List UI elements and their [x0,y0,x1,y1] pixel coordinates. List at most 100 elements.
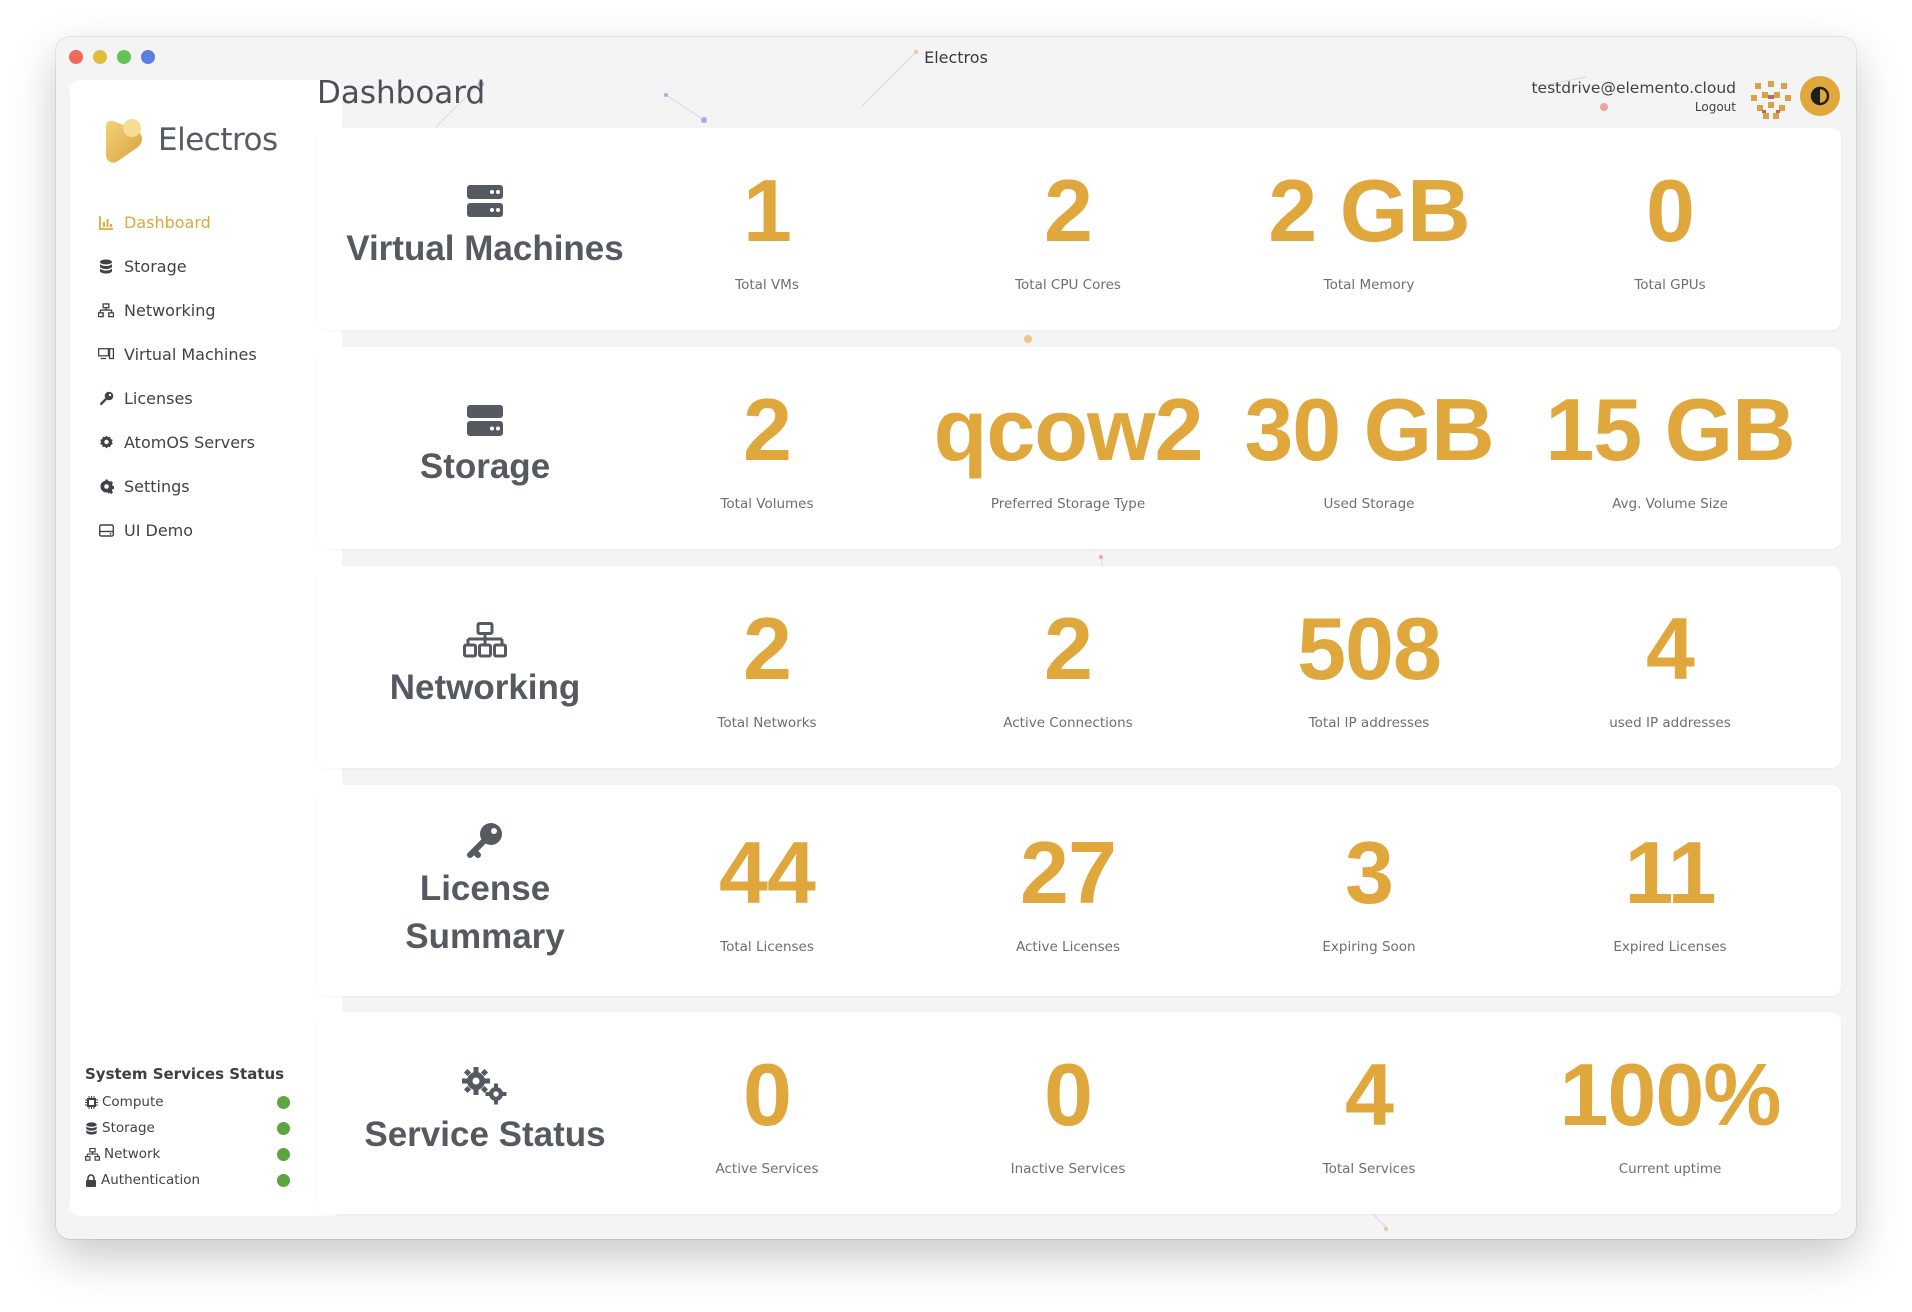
card-header: Service Status [317,1012,653,1214]
stat-label: used IP addresses [1609,715,1731,731]
sidebar-item-settings[interactable]: Settings [98,464,318,508]
avatar[interactable] [1749,77,1793,121]
window-title: Electros [924,47,988,67]
system-status-title: System Services Status [85,1065,285,1083]
stat-expired-licenses: 11 Expired Licenses [1520,785,1820,996]
title-bar: Electros [56,37,1856,77]
brand[interactable]: Electros [102,116,278,164]
card-title-line-2: Summary [405,916,565,956]
sidebar-item-dashboard[interactable]: Dashboard [98,200,318,244]
sidebar-item-atomos-servers[interactable]: AtomOS Servers [98,420,318,464]
lock-icon [86,1173,96,1187]
stat-label: Total Licenses [720,938,814,955]
network-icon [98,302,114,318]
stat-value: 44 [719,822,816,922]
maximize-window-button[interactable] [117,50,131,64]
status-label: Storage [102,1120,155,1136]
theme-toggle-button[interactable] [1800,76,1840,116]
stat-value: 2 [743,599,792,698]
stat-total-ip-addresses: 508 Total IP addresses [1219,566,1519,768]
extra-window-button[interactable] [141,50,155,64]
stat-total-networks: 2 Total Networks [617,566,917,768]
stat-value: 1 [743,161,792,260]
stat-value: 30 GB [1244,380,1494,479]
stat-value: 4 [1646,599,1695,698]
database-icon [86,1121,97,1135]
stat-label: Active Services [715,1161,819,1177]
close-window-button[interactable] [69,50,83,64]
system-services-status: System Services Status Compute Storage N… [85,1065,290,1193]
stat-total-gpus: 0 Total GPUs [1520,128,1820,330]
minimize-window-button[interactable] [93,50,107,64]
network-icon [85,1147,100,1161]
service-status-card: Service Status 0 Active Services 0 Inact… [317,1012,1841,1214]
chart-icon [98,214,114,230]
stat-value: 508 [1297,599,1442,698]
storage-summary-card: Storage 2 Total Volumes qcow2 Preferred … [317,347,1841,549]
stat-value: 27 [1020,822,1117,922]
status-label: Authentication [101,1172,201,1188]
stat-preferred-storage-type: qcow2 Preferred Storage Type [918,347,1218,549]
stat-total-services: 4 Total Services [1219,1012,1519,1214]
status-row-authentication: Authentication [85,1167,290,1193]
sidebar-item-virtual-machines[interactable]: Virtual Machines [98,332,318,376]
key-icon [467,822,502,858]
cogs-icon [462,1067,507,1105]
stat-label: Total IP addresses [1308,715,1430,731]
stat-total-vms: 1 Total VMs [617,128,917,330]
app-window: Electros Electros Dashboard Storage Netw… [56,37,1856,1239]
card-header: License Summary [317,785,653,996]
stat-label: Inactive Services [1010,1161,1126,1177]
stat-total-memory: 2 GB Total Memory [1219,128,1519,330]
brand-name: Electros [158,122,278,158]
card-header: Networking [317,566,653,768]
stat-label: Preferred Storage Type [990,496,1146,512]
stat-value: 2 [1044,599,1093,698]
status-label: Compute [102,1094,164,1110]
stat-label: Active Licenses [1016,938,1120,955]
card-title-line-1: License [419,868,551,908]
sidebar-item-label: UI Demo [124,520,194,540]
stat-label: Total Networks [717,715,817,731]
electros-logo-icon [106,119,142,163]
drive-icon [98,522,114,538]
stat-value: 0 [1044,1045,1093,1144]
gear-icon [98,478,114,494]
stat-label: Expired Licenses [1613,938,1727,955]
stat-active-services: 0 Active Services [617,1012,917,1214]
card-title: Networking [389,668,581,707]
status-ok-indicator [277,1121,290,1135]
sidebar-item-licenses[interactable]: Licenses [98,376,318,420]
vm-summary-card: Virtual Machines 1 Total VMs 2 Total CPU… [317,128,1841,330]
stat-label: Total Volumes [720,496,814,512]
logout-link[interactable]: Logout [1531,100,1736,114]
card-header: Virtual Machines [317,128,653,330]
stat-label: Current uptime [1618,1161,1722,1177]
network-icon [463,622,507,658]
sidebar-item-storage[interactable]: Storage [98,244,318,288]
sidebar: Electros Dashboard Storage Networking Vi… [70,80,342,1216]
sidebar-item-label: Storage [124,256,187,276]
stat-avg-volume-size: 15 GB Avg. Volume Size [1520,347,1820,549]
status-row-network: Network [85,1141,290,1167]
status-ok-indicator [277,1147,290,1161]
server-icon [467,185,503,217]
drive-icon [467,405,503,436]
stat-value: 0 [1646,161,1695,260]
page-title: Dashboard [317,75,486,111]
stat-value: 11 [1624,822,1716,922]
stat-used-storage: 30 GB Used Storage [1219,347,1519,549]
sidebar-item-ui-demo[interactable]: UI Demo [98,508,318,552]
stat-label: Used Storage [1323,496,1415,512]
status-row-compute: Compute [85,1089,290,1115]
networking-summary-card: Networking 2 Total Networks 2 Active Con… [317,566,1841,768]
stat-value: 2 GB [1268,161,1470,260]
sidebar-item-networking[interactable]: Networking [98,288,318,332]
sidebar-item-label: Networking [124,300,216,320]
stat-active-connections: 2 Active Connections [918,566,1218,768]
desktop-icon [98,346,114,362]
stat-label: Avg. Volume Size [1612,496,1728,512]
stat-current-uptime: 100% Current uptime [1520,1012,1820,1214]
stat-total-licenses: 44 Total Licenses [617,785,917,996]
stat-label: Expiring Soon [1322,938,1416,955]
